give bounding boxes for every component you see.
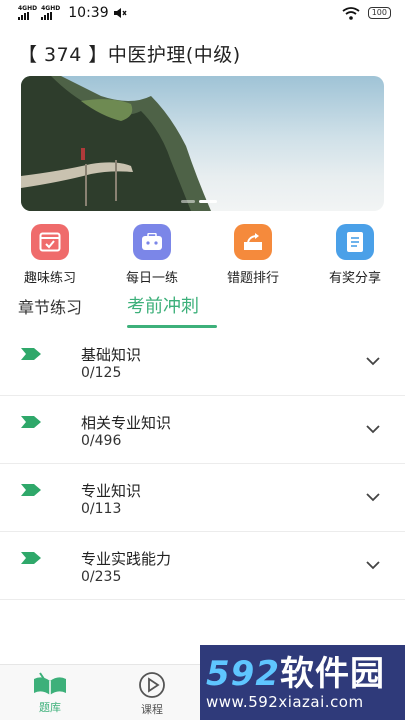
- chevron-down-icon[interactable]: [366, 560, 380, 570]
- briefcase-icon: [133, 224, 171, 260]
- list-item[interactable]: 专业实践能力 0/235: [0, 532, 405, 600]
- list-item[interactable]: 基础知识 0/125: [0, 328, 405, 396]
- book-icon: [34, 672, 66, 695]
- tab-chapter-practice[interactable]: 章节练习: [18, 294, 82, 318]
- carousel-indicator: [181, 200, 217, 203]
- feature-row: 趣味练习 每日一练 错题排行 有奖分享: [0, 224, 405, 286]
- banner-carousel[interactable]: [21, 76, 384, 211]
- watermark-logo: 592软件园 www.592xiazai.com: [200, 645, 405, 720]
- signal-2-icon: 4GHD: [41, 6, 60, 20]
- chapter-count: 0/113: [81, 501, 122, 517]
- tab-bar: 章节练习 考前冲刺: [0, 292, 405, 328]
- signal-1-icon: 4GHD: [18, 6, 37, 20]
- chapter-name: 基础知识: [81, 346, 142, 364]
- feature-wrong-ranking[interactable]: 错题排行: [213, 224, 293, 286]
- page-title: 【 374 】中医护理(中级): [18, 44, 241, 66]
- notebook-icon: [336, 224, 374, 260]
- nav-question-bank[interactable]: 题库: [20, 671, 80, 715]
- chapter-list: 基础知识 0/125 相关专业知识 0/496 专业知识 0/113 专业实践能…: [0, 328, 405, 600]
- list-item[interactable]: 专业知识 0/113: [0, 464, 405, 532]
- chevron-down-icon[interactable]: [366, 424, 380, 434]
- clock: 10:39: [68, 5, 109, 21]
- mute-icon: [113, 8, 127, 18]
- list-item[interactable]: 相关专业知识 0/496: [0, 396, 405, 464]
- status-left: 4GHD 4GHD 10:39: [18, 5, 127, 21]
- chevron-down-icon[interactable]: [366, 492, 380, 502]
- share-box-icon: [234, 224, 272, 260]
- status-bar: 4GHD 4GHD 10:39 100: [0, 0, 405, 26]
- chevron-flag-icon: [21, 552, 41, 564]
- chevron-flag-icon: [21, 416, 41, 428]
- chevron-flag-icon: [21, 348, 41, 360]
- chevron-flag-icon: [21, 484, 41, 496]
- feature-label: 每日一练: [125, 271, 178, 286]
- chapter-name: 专业实践能力: [81, 550, 172, 568]
- nav-courses[interactable]: 课程: [122, 671, 182, 717]
- feature-label: 趣味练习: [23, 271, 76, 286]
- chapter-name: 相关专业知识: [81, 414, 172, 432]
- wifi-icon: [342, 6, 360, 20]
- chapter-count: 0/235: [81, 569, 122, 585]
- battery-icon: 100: [367, 7, 391, 19]
- nav-label: 课程: [141, 703, 163, 716]
- feature-label: 错题排行: [226, 271, 279, 286]
- chevron-down-icon[interactable]: [366, 356, 380, 366]
- tab-exam-sprint[interactable]: 考前冲刺: [127, 292, 199, 318]
- feature-reward-share[interactable]: 有奖分享: [315, 224, 395, 286]
- feature-daily-practice[interactable]: 每日一练: [112, 224, 192, 286]
- chapter-count: 0/125: [81, 365, 122, 381]
- banner-image: [21, 76, 211, 211]
- nav-label: 题库: [39, 701, 61, 714]
- feature-label: 有奖分享: [328, 271, 381, 286]
- chapter-name: 专业知识: [81, 482, 142, 500]
- feature-fun-practice[interactable]: 趣味练习: [10, 224, 90, 286]
- browser-check-icon: [31, 224, 69, 260]
- status-right: 100: [342, 6, 391, 20]
- play-circle-icon: [139, 672, 165, 698]
- chapter-count: 0/496: [81, 433, 122, 449]
